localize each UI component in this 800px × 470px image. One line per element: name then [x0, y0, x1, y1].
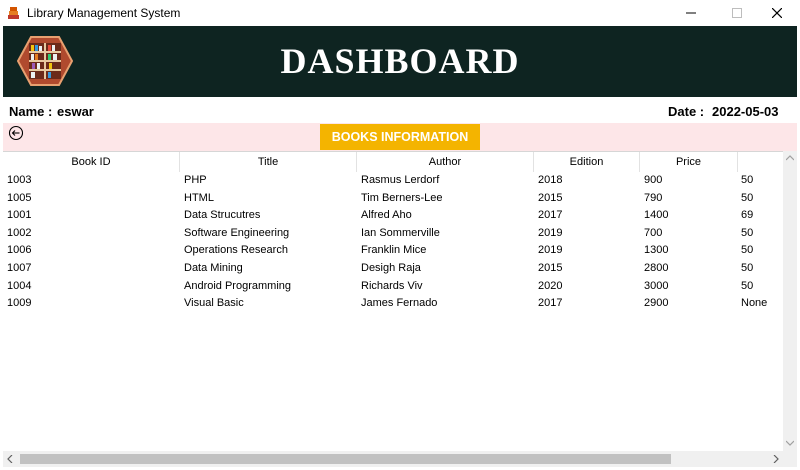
table-row[interactable]: 1001 Data Strucutres Alfred Aho 2017 140…: [3, 207, 783, 225]
horizontal-scrollbar[interactable]: [3, 451, 797, 467]
cell-author: Desigh Raja: [361, 262, 421, 274]
maximize-icon: [732, 8, 742, 18]
date-value: 2022-05-03: [712, 104, 779, 119]
cell-title: Data Mining: [184, 262, 243, 274]
name-value: eswar: [57, 104, 94, 119]
cell-edition: 2017: [538, 297, 563, 310]
cell-author: Richards Viv: [361, 279, 423, 292]
cell-price: 700: [644, 226, 663, 239]
column-header-book-id[interactable]: Book ID: [3, 152, 180, 172]
cell-extra: 50: [741, 262, 754, 274]
cell-extra: 50: [741, 226, 754, 239]
dashboard-header: DASHBOARD: [3, 26, 797, 97]
cell-price: 2900: [644, 297, 669, 310]
cell-author: Tim Berners-Lee: [361, 191, 443, 204]
cell-book-id: 1004: [7, 279, 32, 292]
cell-price: 1400: [644, 209, 669, 222]
window-title-bar: Library Management System: [0, 0, 800, 26]
cell-book-id: 1005: [7, 191, 32, 204]
section-header-band: BOOKS INFORMATION: [3, 123, 797, 151]
column-header-price[interactable]: Price: [640, 152, 738, 172]
table-row[interactable]: 1002 Software Engineering Ian Sommervill…: [3, 225, 783, 243]
cell-edition: 2015: [538, 191, 563, 204]
table-row[interactable]: 1009 Visual Basic James Fernado 2017 290…: [3, 295, 783, 313]
cell-book-id: 1001: [7, 209, 32, 222]
cell-book-id: 1009: [7, 297, 32, 310]
minimize-button[interactable]: [668, 0, 714, 26]
cell-book-id: 1002: [7, 226, 32, 239]
cell-edition: 2020: [538, 279, 563, 292]
cell-extra: 69: [741, 209, 754, 222]
cell-price: 3000: [644, 279, 669, 292]
scroll-up-icon[interactable]: [786, 155, 794, 161]
cell-edition: 2019: [538, 244, 563, 257]
cell-extra: 50: [741, 279, 754, 292]
cell-author: James Fernado: [361, 297, 438, 310]
column-header-extra[interactable]: [738, 152, 783, 172]
cell-extra: 50: [741, 191, 754, 204]
cell-price: 1300: [644, 244, 669, 257]
cell-author: Franklin Mice: [361, 244, 427, 257]
window-title: Library Management System: [27, 6, 181, 20]
user-info-row: Name : eswar Date : 2022-05-03: [0, 97, 800, 123]
cell-price: 2800: [644, 262, 669, 274]
cell-title: HTML: [184, 191, 214, 204]
cell-title: Data Strucutres: [184, 209, 261, 222]
cell-price: 790: [644, 191, 663, 204]
cell-book-id: 1007: [7, 262, 32, 274]
scroll-left-icon[interactable]: [7, 455, 13, 463]
table-row[interactable]: 1006 Operations Research Franklin Mice 2…: [3, 242, 783, 260]
cell-edition: 2018: [538, 174, 563, 186]
table-row[interactable]: 1007 Data Mining Desigh Raja 2015 2800 5…: [3, 260, 783, 278]
cell-title: Software Engineering: [184, 226, 290, 239]
cell-title: Operations Research: [184, 244, 288, 257]
vertical-scrollbar[interactable]: [783, 151, 797, 451]
column-header-author[interactable]: Author: [357, 152, 534, 172]
library-app-icon: [7, 6, 20, 20]
column-header-title[interactable]: Title: [180, 152, 357, 172]
minimize-icon: [686, 12, 696, 14]
scroll-down-icon[interactable]: [786, 440, 794, 446]
cell-author: Rasmus Lerdorf: [361, 174, 440, 186]
table-header: Book ID Title Author Edition Price: [3, 152, 783, 172]
cell-edition: 2017: [538, 209, 563, 222]
books-information-label: BOOKS INFORMATION: [320, 124, 480, 150]
cell-extra: 50: [741, 174, 754, 186]
cell-edition: 2015: [538, 262, 563, 274]
books-table: Book ID Title Author Edition Price 1003 …: [3, 151, 783, 451]
date-label: Date :: [668, 104, 705, 119]
cell-extra: 50: [741, 244, 754, 257]
cell-author: Alfred Aho: [361, 209, 412, 222]
cell-book-id: 1006: [7, 244, 32, 257]
scroll-right-icon[interactable]: [773, 455, 779, 463]
cell-price: 900: [644, 174, 663, 186]
cell-title: PHP: [184, 174, 207, 186]
table-row[interactable]: 1003 PHP Rasmus Lerdorf 2018 900 50: [3, 172, 783, 190]
close-icon: [772, 8, 782, 18]
cell-title: Visual Basic: [184, 297, 244, 310]
cell-title: Android Programming: [184, 279, 291, 292]
column-header-edition[interactable]: Edition: [534, 152, 640, 172]
cell-author: Ian Sommerville: [361, 226, 440, 239]
cell-extra: None: [741, 297, 768, 310]
horizontal-scroll-thumb[interactable]: [20, 454, 671, 464]
table-row[interactable]: 1004 Android Programming Richards Viv 20…: [3, 278, 783, 296]
cell-edition: 2019: [538, 226, 563, 239]
close-button[interactable]: [754, 0, 800, 26]
page-title: DASHBOARD: [280, 41, 520, 81]
name-label: Name :: [9, 104, 53, 119]
cell-book-id: 1003: [7, 174, 32, 186]
table-row[interactable]: 1005 HTML Tim Berners-Lee 2015 790 50: [3, 190, 783, 208]
back-arrow-icon[interactable]: [8, 125, 24, 141]
